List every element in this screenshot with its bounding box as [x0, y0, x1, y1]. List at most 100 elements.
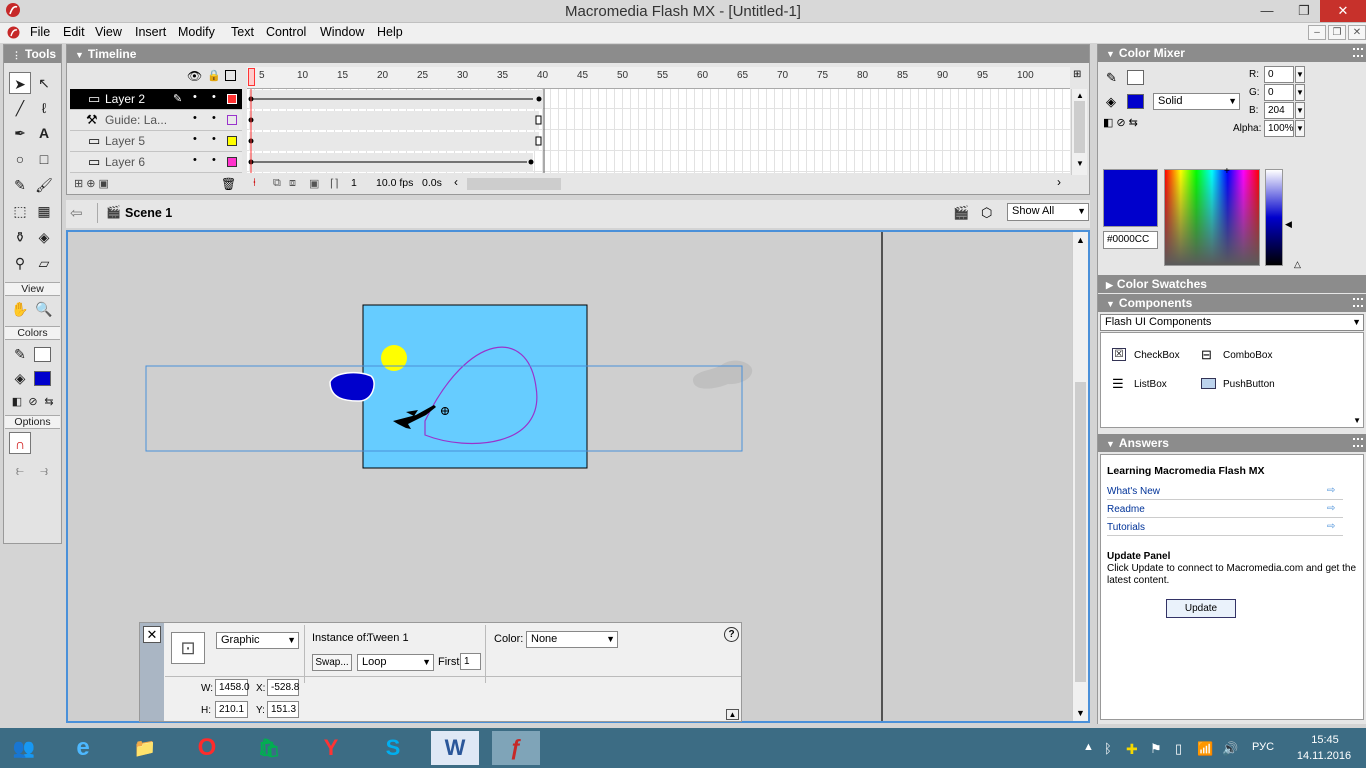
color-spectrum-picker[interactable] [1164, 169, 1260, 266]
alpha-input[interactable]: 100% [1264, 120, 1294, 137]
scroll-right-icon[interactable]: › [1057, 175, 1061, 189]
opera-icon[interactable]: O [183, 731, 231, 765]
bluetooth-icon[interactable]: ᛒ [1104, 741, 1112, 756]
clock-date[interactable]: 14.11.2016 [1294, 750, 1354, 762]
hex-input[interactable]: #0000CC [1103, 231, 1158, 249]
visibility-dot[interactable]: • [193, 133, 197, 145]
swap-colors-icon[interactable]: ⇆ [38, 391, 60, 413]
list-scroll-down-icon[interactable]: ▼ [1353, 416, 1361, 425]
lock-dot[interactable]: • [212, 91, 216, 103]
collapse-mixer-icon[interactable]: △ [1294, 259, 1301, 270]
y-input[interactable]: 151.3 [267, 701, 299, 718]
lasso-tool-icon[interactable]: ℓ [33, 97, 55, 119]
menu-text[interactable]: Text [231, 25, 254, 39]
lock-icon[interactable]: 🔒 [207, 69, 221, 82]
help-icon[interactable]: ? [724, 627, 739, 642]
visibility-dot[interactable]: • [193, 154, 197, 166]
mixer-fill-swatch[interactable] [1127, 94, 1144, 109]
wifi-icon[interactable]: 📶 [1197, 741, 1213, 757]
open-link-icon[interactable]: ⇨ [1327, 503, 1335, 514]
swap-button[interactable]: Swap... [312, 654, 352, 671]
menu-file[interactable]: File [30, 25, 50, 39]
eye-icon[interactable]: 👁 [187, 69, 202, 83]
color-mixer-header[interactable]: ▼ Color Mixer [1098, 44, 1366, 62]
layer-row-guide[interactable]: ⚒ Guide: La... • • [70, 110, 242, 131]
straighten-icon[interactable]: ⥽ [33, 459, 55, 481]
doc-minimize-button[interactable]: – [1308, 25, 1326, 40]
mixer-stroke-swatch[interactable] [1127, 70, 1144, 85]
r-dropdown[interactable]: ▼ [1295, 66, 1305, 83]
doc-close-button[interactable]: ✕ [1348, 25, 1366, 40]
clock-time[interactable]: 15:45 [1300, 734, 1350, 746]
onion-markers-icon[interactable]: ⌈⌉ [330, 177, 339, 190]
network-app-icon[interactable]: 👥 [0, 731, 48, 765]
layer-row-layer-2[interactable]: ▭ Layer 2 ✎ • • [70, 89, 242, 110]
brightness-pointer-icon[interactable]: ◀ [1285, 219, 1292, 230]
language-indicator[interactable]: РУС [1252, 741, 1274, 753]
onion-skin-icon[interactable]: ⧉ [273, 177, 281, 190]
maximize-button[interactable]: ❐ [1287, 0, 1321, 22]
layer-color-box[interactable] [227, 157, 237, 167]
skype-icon[interactable]: S [369, 731, 417, 765]
add-layer-icons[interactable]: ⊞ ⊕ ▣ [74, 177, 109, 190]
tools-panel-header[interactable]: ⋮ Tools [4, 45, 61, 63]
minimize-button[interactable]: — [1250, 0, 1284, 22]
frame-ruler[interactable]: 5 10 15 20 25 30 35 40 45 50 55 60 65 70… [247, 67, 1070, 89]
paint-bucket-tool-icon[interactable]: ◈ [33, 226, 55, 248]
scroll-left-icon[interactable]: ‹ [454, 175, 458, 189]
component-set-select[interactable]: Flash UI Components ▼ [1100, 314, 1364, 331]
first-frame-input[interactable]: 1 [460, 653, 481, 670]
components-header[interactable]: ▼ Components [1098, 294, 1366, 312]
smooth-icon[interactable]: ⥼ [9, 459, 31, 481]
x-input[interactable]: -528.8 [267, 679, 299, 696]
color-swatches-header[interactable]: ▶ Color Swatches [1098, 275, 1366, 293]
alpha-dropdown[interactable]: ▼ [1295, 120, 1305, 137]
pen-tool-icon[interactable]: ✒ [9, 122, 31, 144]
fill-color-swatch[interactable] [34, 371, 51, 386]
eyedropper-tool-icon[interactable]: ⚲ [9, 252, 31, 274]
zoom-select[interactable]: Show All ▼ [1007, 203, 1089, 221]
internet-explorer-icon[interactable]: e [59, 731, 107, 765]
link-whats-new[interactable]: What's New [1107, 486, 1160, 497]
stroke-color-swatch[interactable] [34, 347, 51, 362]
snap-magnet-icon[interactable]: ∩ [9, 432, 31, 454]
options-menu-icon[interactable] [1353, 438, 1363, 447]
pencil-tool-icon[interactable]: ✎ [9, 174, 31, 196]
g-input[interactable]: 0 [1264, 84, 1294, 101]
lock-dot[interactable]: • [212, 112, 216, 124]
edit-scene-icon[interactable]: 🎬 [953, 205, 969, 221]
line-tool-icon[interactable]: ╱ [9, 97, 31, 119]
open-link-icon[interactable]: ⇨ [1327, 485, 1335, 496]
r-input[interactable]: 0 [1264, 66, 1294, 83]
menu-modify[interactable]: Modify [178, 25, 215, 39]
playhead[interactable] [248, 68, 255, 86]
loop-select[interactable]: Loop ▼ [357, 654, 434, 671]
timeline-header[interactable]: ▼ Timeline [67, 45, 1089, 63]
width-input[interactable]: 1458.0 [215, 679, 250, 696]
rectangle-tool-icon[interactable]: □ [33, 148, 55, 170]
visibility-dot[interactable]: • [193, 91, 197, 103]
free-transform-tool-icon[interactable]: ⬚ [9, 200, 31, 222]
update-button[interactable]: Update [1166, 599, 1236, 618]
menu-edit[interactable]: Edit [63, 25, 85, 39]
hand-tool-icon[interactable]: ✋ [9, 298, 31, 320]
answers-header[interactable]: ▼ Answers [1098, 434, 1366, 452]
layer-color-box[interactable] [227, 136, 237, 146]
component-checkbox[interactable]: CheckBox [1134, 350, 1180, 361]
fill-transform-tool-icon[interactable]: ▦ [33, 200, 55, 222]
b-dropdown[interactable]: ▼ [1295, 102, 1305, 119]
options-menu-icon[interactable] [1353, 298, 1363, 307]
link-tutorials[interactable]: Tutorials [1107, 522, 1145, 533]
edit-multiple-frames-icon[interactable]: ▣ [309, 177, 319, 190]
symbol-type-select[interactable]: Graphic ▼ [216, 632, 299, 649]
lock-dot[interactable]: • [212, 154, 216, 166]
menu-control[interactable]: Control [266, 25, 306, 39]
volume-icon[interactable]: 🔊 [1222, 741, 1238, 757]
close-button[interactable]: ✕ [1320, 0, 1366, 22]
frame-view-menu-icon[interactable]: ⊞ [1073, 69, 1081, 80]
stage-vscroll[interactable]: ▲ ▼ [1072, 232, 1088, 721]
close-inspector-icon[interactable]: ✕ [143, 626, 161, 643]
component-listbox[interactable]: ListBox [1134, 379, 1167, 390]
color-effect-select[interactable]: None ▼ [526, 631, 618, 648]
yandex-browser-icon[interactable]: Y [307, 731, 355, 765]
